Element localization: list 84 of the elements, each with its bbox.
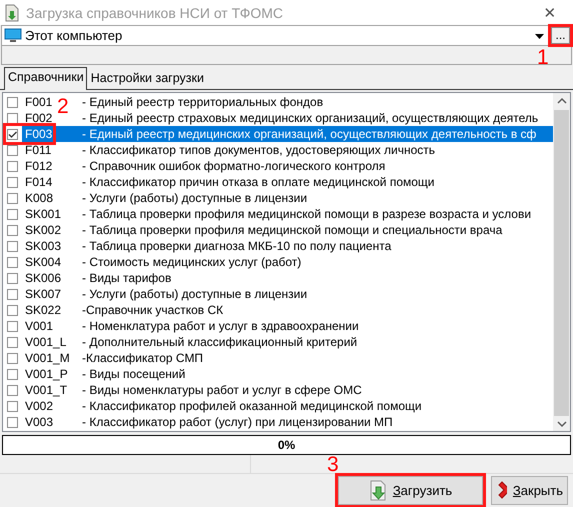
item-description[interactable]: - Виды тарифов bbox=[82, 271, 172, 285]
item-description[interactable]: - Классификатор профилей оказанной медицинской помощи bbox=[82, 399, 422, 413]
item-description[interactable]: - Классификатор причин отказа в оплате медицинской помощи bbox=[82, 175, 434, 189]
checkbox[interactable] bbox=[7, 240, 18, 252]
checkbox[interactable] bbox=[7, 288, 18, 300]
checkbox[interactable] bbox=[7, 144, 18, 156]
app-icon bbox=[4, 4, 20, 22]
item-description[interactable]: - Классификатор работ (услуг) при лицензировании МП bbox=[82, 415, 393, 429]
scrollbar[interactable] bbox=[553, 93, 570, 431]
checkbox[interactable] bbox=[7, 320, 18, 332]
download-icon bbox=[368, 480, 387, 501]
item-description[interactable]: - Услуги (работы) доступные в лицензии bbox=[82, 191, 308, 205]
checkbox[interactable] bbox=[7, 176, 18, 188]
item-code[interactable]: SK003 bbox=[25, 239, 62, 253]
item-description[interactable]: - Таблица проверки профиля медицинской помощи в разрезе возраста и услови bbox=[82, 207, 532, 221]
item-code[interactable]: K008 bbox=[25, 191, 54, 205]
item-description[interactable]: - Таблица проверки диагноза МКБ-10 по полу пациента bbox=[82, 239, 392, 253]
checkbox[interactable] bbox=[7, 160, 18, 172]
item-description[interactable]: - Услуги (работы) доступные в лицензии bbox=[82, 287, 308, 301]
annotation-number: 2 bbox=[57, 96, 69, 117]
computer-icon bbox=[4, 28, 22, 43]
item-code[interactable]: SK007 bbox=[25, 287, 62, 301]
checkbox[interactable] bbox=[7, 96, 18, 108]
item-description[interactable]: - Виды посещений bbox=[82, 367, 186, 381]
item-description[interactable]: - Виды номенклатуры работ и услуг в сфере ОМС bbox=[82, 383, 362, 397]
dropdown-arrow-icon[interactable] bbox=[534, 32, 545, 40]
checkbox[interactable] bbox=[7, 192, 18, 204]
item-code[interactable]: F011 bbox=[25, 143, 52, 157]
checkbox[interactable] bbox=[7, 352, 18, 364]
item-description[interactable]: - Таблица проверки профиля медицинской помощи и специальности врача bbox=[82, 223, 502, 237]
item-code[interactable]: SK006 bbox=[25, 271, 62, 285]
item-code[interactable]: F012 bbox=[25, 159, 52, 173]
close-button[interactable]: Закрыть bbox=[491, 476, 568, 505]
item-description[interactable]: - Стоимость медицинских услуг (работ) bbox=[82, 255, 302, 269]
annotation-number: 1 bbox=[537, 47, 549, 68]
item-code[interactable]: SK001 bbox=[25, 207, 62, 221]
item-code[interactable]: SK022 bbox=[25, 303, 62, 317]
checkbox[interactable] bbox=[7, 112, 18, 124]
checkbox[interactable] bbox=[7, 400, 18, 412]
checkbox[interactable] bbox=[7, 256, 18, 268]
scroll-up-icon[interactable] bbox=[556, 97, 566, 105]
close-icon[interactable]: ✕ bbox=[527, 4, 573, 22]
item-code[interactable]: F001 bbox=[25, 95, 52, 109]
item-code[interactable]: V001_P bbox=[25, 367, 68, 381]
item-description[interactable]: - Единый реестр страховых медицинских организаций, осуществляющих деятель bbox=[82, 111, 538, 125]
item-code[interactable]: F002 bbox=[25, 111, 52, 125]
source-value: Этот компьютер bbox=[25, 28, 124, 43]
item-description[interactable]: -Классификатор СМП bbox=[82, 351, 204, 365]
checkbox[interactable] bbox=[7, 384, 18, 396]
item-code[interactable]: V001_L bbox=[25, 335, 66, 349]
item-description[interactable]: - Дополнительный классификационный критерий bbox=[82, 335, 358, 349]
item-description[interactable]: - Номенклатура работ и услуг в здравоохранении bbox=[82, 319, 359, 333]
checkbox[interactable] bbox=[7, 224, 18, 236]
checkbox[interactable] bbox=[7, 272, 18, 284]
checkbox[interactable] bbox=[7, 416, 18, 428]
checkbox[interactable] bbox=[7, 368, 18, 380]
item-description[interactable]: - Единый реестр территориальных фондов bbox=[82, 95, 324, 109]
item-code[interactable]: SK002 bbox=[25, 223, 62, 237]
annotation-number: 3 bbox=[327, 454, 339, 475]
progress-reading: 0% bbox=[276, 438, 296, 452]
item-description[interactable]: - Единый реестр медицинских организаций, осуществляющих деятельность в сф bbox=[82, 127, 536, 141]
highlight-frame bbox=[548, 24, 573, 47]
item-code[interactable]: SK004 bbox=[25, 255, 62, 269]
load-button[interactable]: Загрузить bbox=[338, 476, 483, 505]
item-description[interactable]: - Классификатор типов документов, удостоверяющих личность bbox=[82, 143, 436, 157]
checkbox[interactable] bbox=[7, 336, 18, 348]
scroll-down-icon[interactable] bbox=[556, 420, 566, 428]
item-code[interactable]: F014 bbox=[25, 175, 52, 189]
item-code[interactable]: V003 bbox=[25, 415, 54, 429]
tab[interactable]: Справочники bbox=[4, 67, 87, 90]
item-code[interactable]: V002 bbox=[25, 399, 54, 413]
checkbox[interactable] bbox=[7, 304, 18, 316]
highlight-frame bbox=[3, 123, 56, 145]
item-code[interactable]: V001_M bbox=[25, 351, 70, 365]
item-description[interactable]: -Справочник участков СК bbox=[82, 303, 224, 317]
browse-button[interactable]: ... bbox=[551, 27, 570, 44]
checkbox[interactable] bbox=[7, 128, 18, 140]
checkbox[interactable] bbox=[7, 208, 18, 220]
item-code[interactable]: V001_T bbox=[25, 383, 68, 397]
tab[interactable]: Настройки загрузки bbox=[86, 68, 207, 89]
item-code[interactable]: F003 bbox=[25, 127, 52, 141]
item-description[interactable]: - Справочник ошибок форматно-логического контроля bbox=[82, 159, 386, 173]
item-code[interactable]: V001 bbox=[25, 319, 54, 333]
window-title: Загрузка справочников НСИ от ТФОМС bbox=[26, 4, 284, 20]
